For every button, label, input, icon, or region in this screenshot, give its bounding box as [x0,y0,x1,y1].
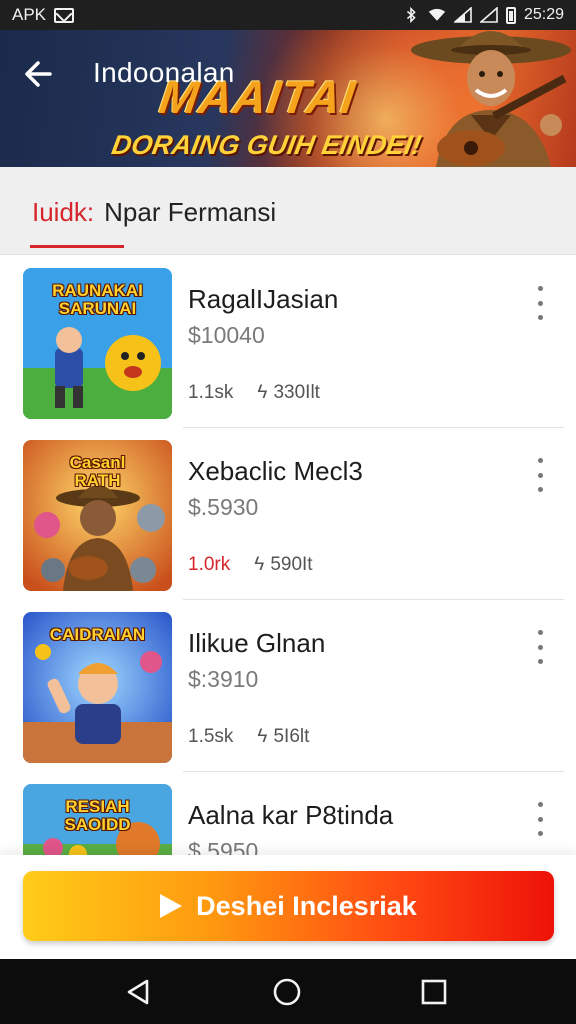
item-title: RagalIJasian [188,284,339,314]
item-title: Ilikue Glnan [188,628,326,658]
bluetooth-icon [406,7,416,23]
wifi-icon [428,8,446,21]
header-banner: Indoonalan MAAITAI DORAING GUIH EINDEI! [0,30,576,167]
item-downloads: 1.1sk [188,382,234,403]
item-price: $:3910 [188,666,259,692]
cowboy-thumbnail-icon: Casanl RATH [23,440,172,591]
list-item[interactable]: CAIDRAIAN Ilikue Glnan $:3910 1.5sk ϟ 5I… [0,600,576,772]
tab-bar: Iuidk: Npar Fermansi [0,167,576,255]
thumbnail-caption: RESIAH SAOIDD [64,797,131,834]
more-vert-icon[interactable] [533,802,547,836]
download-button[interactable]: Deshei Inclesriak [23,871,554,941]
item-rating: 330Ilt [273,382,320,403]
tab-label: Npar Fermansi [104,197,277,227]
item-meta: 1.5sk ϟ 5I6lt [188,726,309,748]
item-downloads: 1.5sk [188,726,234,747]
list-item[interactable]: RAUNAKAI SARUNAI RagalIJasian $10040 1.1s… [0,256,576,428]
tab-current[interactable]: Iuidk: Npar Fermansi [32,197,276,228]
thumbnail-caption: Casanl RATH [69,453,126,490]
item-price: $.5930 [188,494,259,520]
play-icon [160,894,183,918]
thumbnail-caption: CAIDRAIAN [49,625,146,644]
banner-subheadline: DORAING GUIH EINDEI! [109,130,424,160]
nav-recents-icon[interactable] [418,976,450,1008]
more-vert-icon[interactable] [533,458,547,492]
item-rating: 5I6lt [273,726,310,747]
bolt-icon: ϟ [257,382,268,403]
list-item[interactable]: Casanl RATH Xebaclic Mecl3 $.5930 1.0rk ϟ… [0,428,576,600]
battery-icon [505,6,516,24]
back-arrow-icon[interactable] [20,54,60,94]
mail-icon [54,7,75,23]
item-title: Aalna kar P8tinda [188,800,394,830]
item-rating: 590It [270,554,313,575]
item-price: $10040 [188,322,265,348]
more-vert-icon[interactable] [533,630,547,664]
page-title: Indoonalan [93,57,235,88]
item-downloads: 1.0rk [188,554,231,575]
cta-label: Deshei Inclesriak [196,890,417,921]
cta-container: Deshei Inclesriak [0,855,576,959]
hero-thumbnail-icon: CAIDRAIAN [23,612,172,763]
nav-back-icon[interactable] [122,976,154,1008]
item-title: Xebaclic Mecl3 [188,456,363,486]
item-meta: 1.0rk ϟ 590It [188,554,313,576]
item-meta: 1.1sk ϟ 330Ilt [188,382,320,404]
more-vert-icon[interactable] [533,286,547,320]
bolt-icon: ϟ [257,726,268,747]
status-time: 25:29 [523,6,564,23]
character-thumbnail-icon: RAUNAKAI SARUNAI [23,268,172,419]
status-bar: APK 25:29 [0,0,576,30]
system-nav-bar [0,959,576,1024]
nav-home-icon[interactable] [271,976,303,1008]
bolt-icon: ϟ [254,554,265,575]
thumbnail-caption: RAUNAKAI SARUNAI [52,281,143,318]
signal-icon-secondary [479,7,498,23]
signal-icon [453,7,472,23]
tab-indicator [30,245,124,248]
status-app-label: APK [12,5,47,24]
tab-prefix: Iuidk: [32,197,95,227]
